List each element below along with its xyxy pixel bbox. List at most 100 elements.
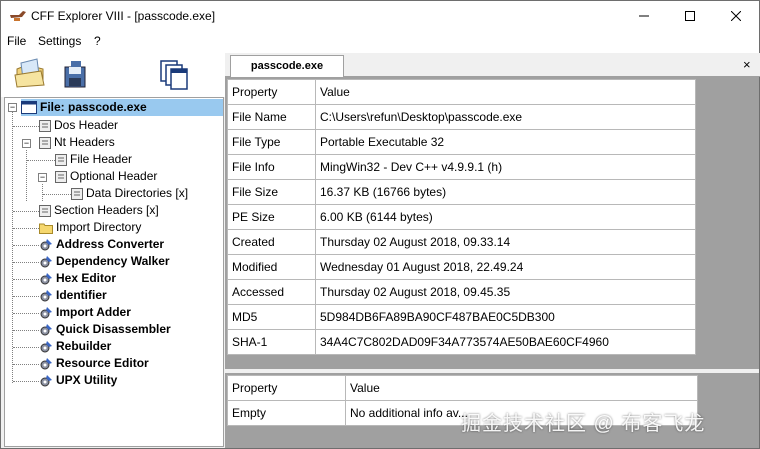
menu-bar: File Settings ? <box>1 31 759 51</box>
tree-connector <box>27 160 55 161</box>
table-cell: PE Size <box>227 204 316 230</box>
table-cell: Empty <box>227 400 346 426</box>
table-row[interactable]: File Name C:\Users\refun\Desktop\passcode… <box>227 104 696 130</box>
title-bar[interactable]: CFF Explorer VIII - [passcode.exe] <box>1 1 759 31</box>
tree-item-address-converter[interactable]: Address Converter <box>39 236 164 253</box>
header-icon <box>39 136 51 149</box>
tree-item-quick-disassembler[interactable]: Quick Disassembler <box>39 321 171 338</box>
table-cell: SHA-1 <box>227 329 316 355</box>
tree-connector <box>13 279 39 280</box>
table-row[interactable]: File Info MingWin32 - Dev C++ v4.9.9.1 (h… <box>227 154 696 180</box>
windows-icon[interactable] <box>157 57 191 91</box>
tree-label: Data Directories [x] <box>86 186 189 200</box>
watermark: 掘金技术社区 @ 布客飞龙 <box>461 413 706 435</box>
table-row[interactable]: Created Thursday 02 August 2018, 09.33.14 <box>227 229 696 255</box>
tree-label: Dependency Walker <box>56 254 170 268</box>
collapse-root-icon[interactable]: − <box>8 103 17 112</box>
tree-item-resource-editor[interactable]: Resource Editor <box>39 355 149 372</box>
table-cell[interactable]: 34A4C7C802DAD09F34A773574AE50BAE60CF4960 <box>315 329 696 355</box>
table-row[interactable]: File Size 16.37 KB (16766 bytes) <box>227 179 696 205</box>
table-row[interactable]: MD5 5D984DB6FA89BA90CF487BAE0C5DB300 <box>227 304 696 330</box>
file-root-icon <box>21 101 37 115</box>
table-row[interactable]: Modified Wednesday 01 August 2018, 22.49.… <box>227 254 696 280</box>
column-header: Property <box>227 79 316 105</box>
tree-label: Quick Disassembler <box>56 322 171 336</box>
tree-connector <box>42 184 43 201</box>
table-cell: File Info <box>227 154 316 180</box>
tree-item-section-headers[interactable]: Section Headers [x] <box>39 202 159 219</box>
tree-item-nt-headers[interactable]: Nt Headers <box>39 134 115 151</box>
menu-help[interactable]: ? <box>94 34 101 48</box>
tree-item-hex-editor[interactable]: Hex Editor <box>39 270 116 287</box>
tree-item-upx-utility[interactable]: UPX Utility <box>39 372 117 389</box>
table-cell[interactable]: C:\Users\refun\Desktop\passcode.exe <box>315 104 696 130</box>
table-cell[interactable]: 6.00 KB (6144 bytes) <box>315 204 696 230</box>
header-icon <box>55 153 67 166</box>
table-cell[interactable]: 5D984DB6FA89BA90CF487BAE0C5DB300 <box>315 304 696 330</box>
save-icon[interactable] <box>59 57 93 91</box>
tree-item-file-header[interactable]: File Header <box>55 151 132 168</box>
tool-gear-icon <box>40 289 52 302</box>
tree-item-import-directory[interactable]: Import Directory <box>39 219 141 236</box>
tree-label: Hex Editor <box>56 271 117 285</box>
menu-settings[interactable]: Settings <box>38 34 81 48</box>
tree-connector <box>13 347 39 348</box>
collapse-nt-headers-icon[interactable]: − <box>22 139 31 148</box>
tree-connector <box>13 211 39 212</box>
tree-label: Section Headers [x] <box>54 203 159 217</box>
properties-grid-area: Property Value File Name C:\Users\refun\D… <box>225 77 759 369</box>
tree-item-optional-header[interactable]: Optional Header <box>55 168 157 185</box>
tab-passcode-exe[interactable]: passcode.exe <box>230 55 344 77</box>
tree-connector <box>13 228 39 229</box>
close-icon <box>731 11 741 21</box>
tool-gear-icon <box>40 238 52 251</box>
minimize-icon <box>639 15 649 17</box>
collapse-optional-header-icon[interactable]: − <box>38 173 47 182</box>
table-cell[interactable]: Portable Executable 32 <box>315 129 696 155</box>
tool-gear-icon <box>40 306 52 319</box>
table-row[interactable]: SHA-1 34A4C7C802DAD09F34A773574AE50BAE60C… <box>227 329 696 355</box>
column-header: Property <box>227 375 346 401</box>
maximize-button[interactable] <box>667 1 713 31</box>
tree-item-dos-header[interactable]: Dos Header <box>39 117 118 134</box>
tree-label: Import Adder <box>56 305 131 319</box>
tree-label: Rebuilder <box>56 339 112 353</box>
tree-panel: − File: passcode.exe Dos Header − Nt Hea… <box>4 97 224 447</box>
close-tab-icon[interactable]: × <box>743 57 751 72</box>
table-row[interactable]: Accessed Thursday 02 August 2018, 09.45.3… <box>227 279 696 305</box>
close-button[interactable] <box>713 1 759 31</box>
table-cell: File Size <box>227 179 316 205</box>
header-icon <box>71 187 83 200</box>
tree-connector <box>13 381 39 382</box>
tree-label: Optional Header <box>70 169 158 183</box>
tree-connector <box>12 112 13 383</box>
menu-file[interactable]: File <box>7 34 26 48</box>
tree-item-dependency-walker[interactable]: Dependency Walker <box>39 253 170 270</box>
column-header: Value <box>345 375 698 401</box>
table-cell[interactable]: 16.37 KB (16766 bytes) <box>315 179 696 205</box>
table-cell: File Type <box>227 129 316 155</box>
tree-label: Import Directory <box>56 220 142 234</box>
tree-item-root[interactable]: File: passcode.exe <box>21 99 223 116</box>
tree-label: Nt Headers <box>54 135 115 149</box>
tree-item-rebuilder[interactable]: Rebuilder <box>39 338 111 355</box>
app-window: CFF Explorer VIII - [passcode.exe] File … <box>0 0 760 449</box>
tree-label: File Header <box>70 152 133 166</box>
tree-item-import-adder[interactable]: Import Adder <box>39 304 131 321</box>
table-cell[interactable]: Thursday 02 August 2018, 09.33.14 <box>315 229 696 255</box>
folder-icon <box>39 223 53 234</box>
tree-item-identifier[interactable]: Identifier <box>39 287 107 304</box>
tool-gear-icon <box>40 374 52 387</box>
tree-label: File: passcode.exe <box>40 100 147 114</box>
tree-label: Dos Header <box>54 118 119 132</box>
table-cell[interactable]: Wednesday 01 August 2018, 22.49.24 <box>315 254 696 280</box>
table-cell[interactable]: MingWin32 - Dev C++ v4.9.9.1 (h) <box>315 154 696 180</box>
minimize-button[interactable] <box>621 1 667 31</box>
table-row[interactable]: File Type Portable Executable 32 <box>227 129 696 155</box>
tool-gear-icon <box>40 340 52 353</box>
table-cell[interactable]: Thursday 02 August 2018, 09.45.35 <box>315 279 696 305</box>
tree-item-data-directories[interactable]: Data Directories [x] <box>71 185 188 202</box>
tree-label: Address Converter <box>56 237 165 251</box>
table-row[interactable]: PE Size 6.00 KB (6144 bytes) <box>227 204 696 230</box>
open-file-icon[interactable] <box>13 57 47 91</box>
